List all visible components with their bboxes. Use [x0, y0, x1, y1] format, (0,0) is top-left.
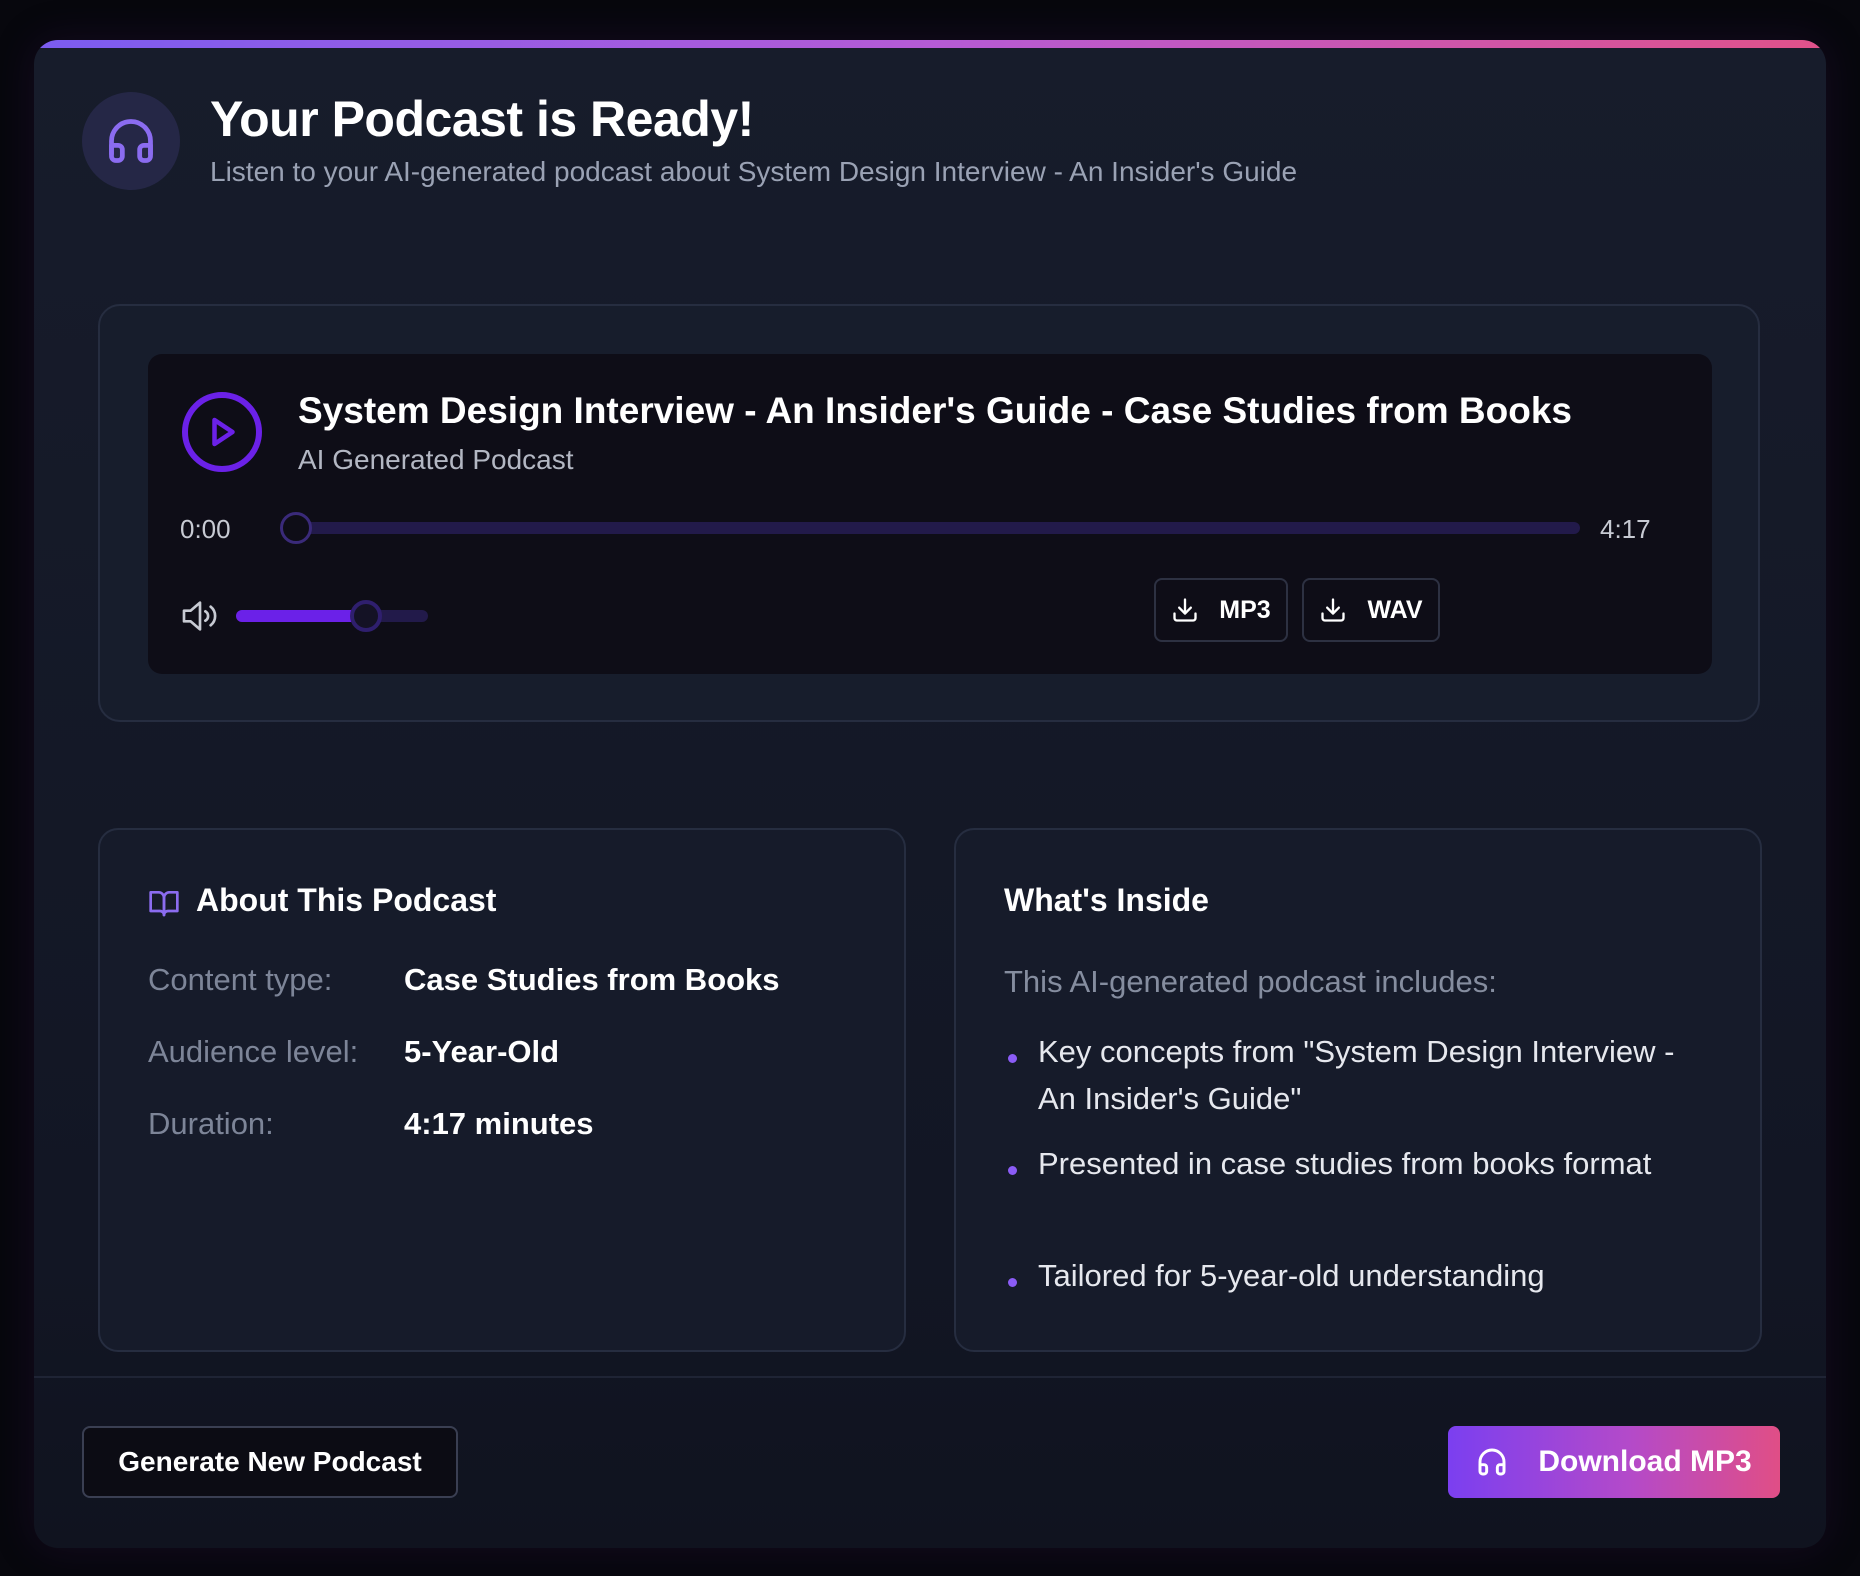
download-wav-label: WAV [1367, 595, 1423, 624]
volume-slider[interactable] [236, 600, 428, 632]
about-panel: About This Podcast Content type: Case St… [98, 828, 906, 1352]
book-icon [149, 891, 179, 917]
podcast-result-card: Your Podcast is Ready! Listen to your AI… [34, 40, 1826, 1548]
audio-player: System Design Interview - An Insider's G… [148, 354, 1712, 674]
list-item: Key concepts from "System Design Intervi… [1038, 1034, 1675, 1116]
play-button[interactable] [182, 392, 262, 472]
seek-slider[interactable] [280, 512, 1580, 544]
volume-icon[interactable] [180, 598, 220, 634]
about-heading: About This Podcast [196, 882, 497, 918]
whats-inside-intro: This AI-generated podcast includes: [1004, 964, 1497, 999]
current-time: 0:00 [180, 514, 231, 544]
episode-title: System Design Interview - An Insider's G… [298, 390, 1572, 431]
duration-value: 4:17 minutes [404, 1106, 594, 1141]
whats-inside-heading: What's Inside [1004, 882, 1209, 918]
download-mp3-button[interactable]: MP3 [1154, 578, 1288, 642]
generate-new-podcast-button[interactable]: Generate New Podcast [82, 1426, 458, 1498]
download-icon [1173, 598, 1197, 622]
download-mp3-primary-label: Download MP3 [1538, 1445, 1752, 1478]
bullet-dot [1008, 1166, 1017, 1175]
download-mp3-primary-button[interactable]: Download MP3 [1448, 1426, 1780, 1498]
seek-thumb[interactable] [280, 512, 312, 544]
whats-inside-panel: What's Inside This AI-generated podcast … [954, 828, 1762, 1352]
page-subtitle: Listen to your AI-generated podcast abou… [210, 156, 1298, 187]
headphones-icon [1478, 1448, 1506, 1476]
download-mp3-label: MP3 [1219, 595, 1271, 624]
content-type-label: Content type: [148, 962, 333, 997]
download-wav-button[interactable]: WAV [1302, 578, 1440, 642]
volume-thumb[interactable] [350, 600, 382, 632]
content-type-value: Case Studies from Books [404, 962, 780, 997]
player-section: System Design Interview - An Insider's G… [98, 304, 1760, 722]
bullet-dot [1008, 1054, 1017, 1063]
footer-divider [34, 1376, 1826, 1378]
list-item: Tailored for 5-year-old understanding [1038, 1258, 1545, 1293]
episode-subtitle: AI Generated Podcast [298, 444, 574, 475]
list-item: Presented in case studies from books for… [1038, 1146, 1652, 1181]
page-title: Your Podcast is Ready! [210, 91, 754, 147]
bullet-dot [1008, 1278, 1017, 1287]
duration-time: 4:17 [1600, 514, 1651, 544]
download-icon [1321, 598, 1346, 622]
top-accent-bar [34, 40, 1826, 48]
duration-label: Duration: [148, 1106, 274, 1141]
audience-level-label: Audience level: [148, 1034, 359, 1069]
play-icon [212, 417, 235, 447]
audience-level-value: 5-Year-Old [404, 1034, 560, 1069]
headphones-icon [82, 92, 180, 190]
